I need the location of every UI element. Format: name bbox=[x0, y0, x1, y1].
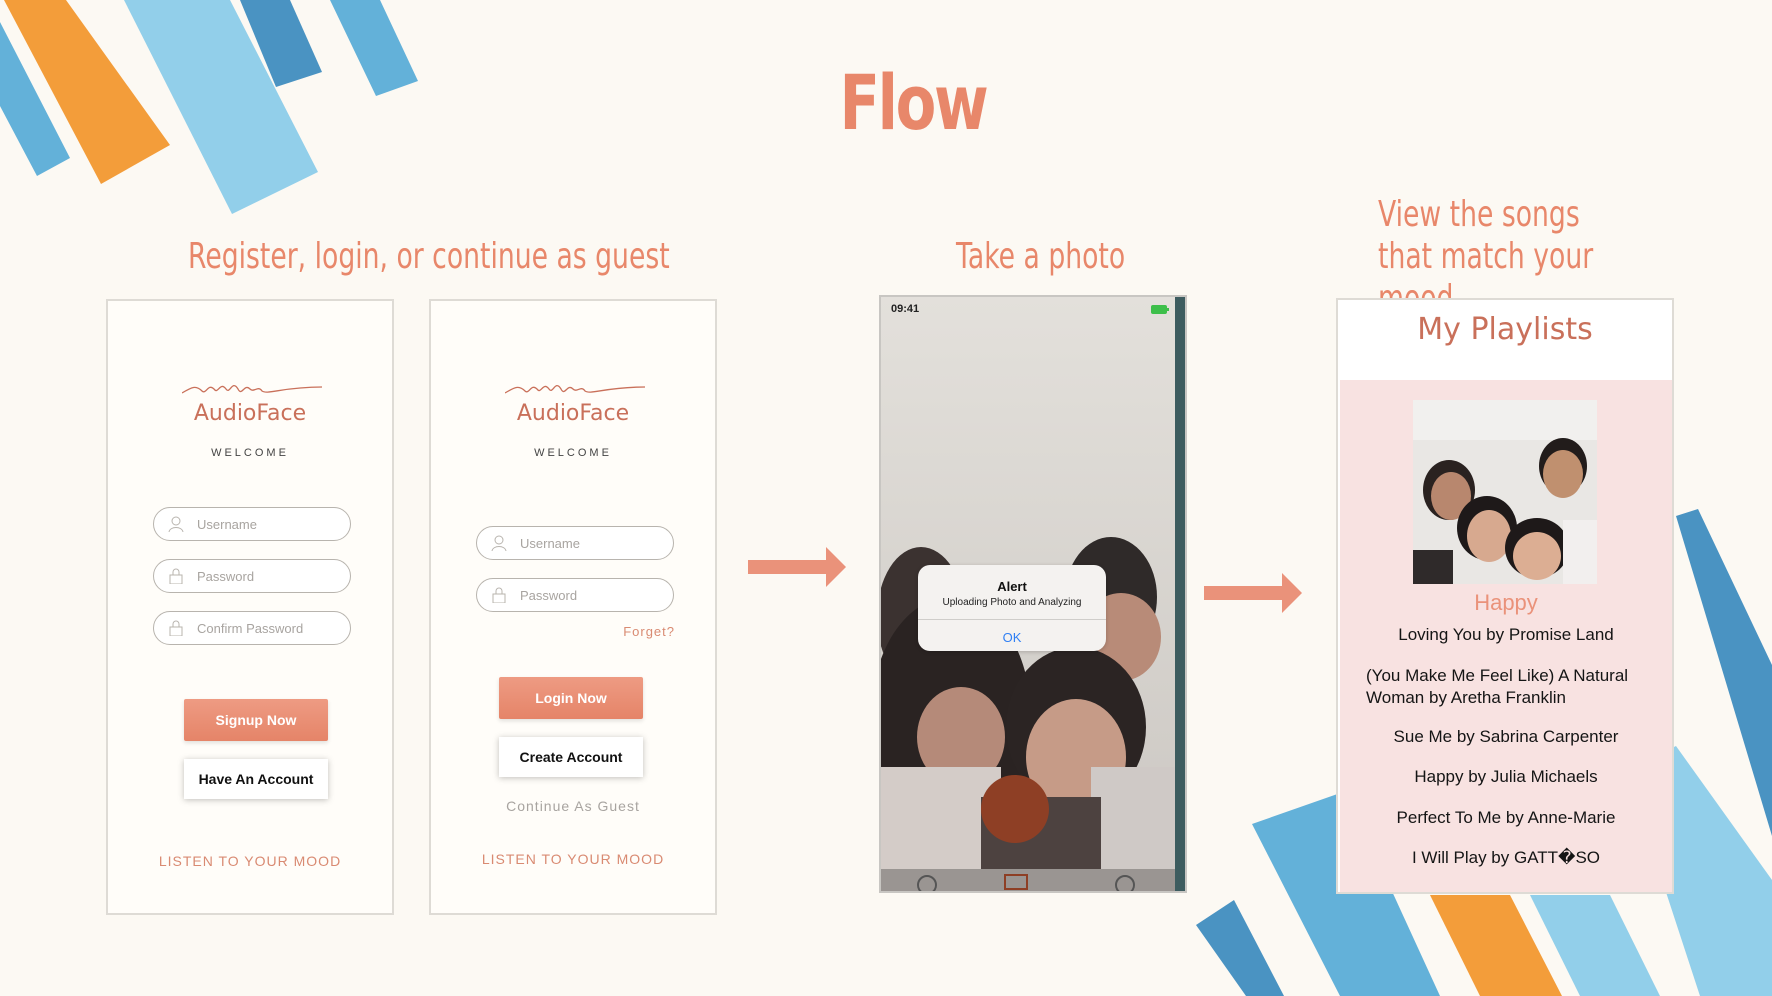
camera-screen: 09:41 Alert Uploading Photo and Analyzin… bbox=[879, 295, 1187, 893]
logo-wave-icon bbox=[182, 384, 322, 394]
login-screen: AudioFace WELCOME Username Password Forg… bbox=[429, 299, 717, 915]
signup-button[interactable]: Signup Now bbox=[184, 699, 328, 741]
login-button[interactable]: Login Now bbox=[499, 677, 643, 719]
battery-icon bbox=[1151, 305, 1169, 314]
have-account-button[interactable]: Have An Account bbox=[184, 759, 328, 799]
alert-dialog: Alert Uploading Photo and Analyzing OK bbox=[918, 565, 1106, 651]
forgot-link[interactable]: Forget? bbox=[619, 624, 675, 639]
song-item[interactable]: Happy by Julia Michaels bbox=[1340, 766, 1672, 788]
brand-name: AudioFace bbox=[193, 401, 307, 426]
arrow-right-icon bbox=[1204, 573, 1302, 613]
confirm-password-field[interactable]: Confirm Password bbox=[153, 611, 351, 645]
signup-screen: AudioFace WELCOME Username Password Conf… bbox=[106, 299, 394, 915]
playlist-title: My Playlists bbox=[1417, 312, 1593, 347]
alert-divider bbox=[918, 619, 1106, 620]
status-time: 09:41 bbox=[891, 303, 920, 315]
song-item[interactable]: (You Make Me Feel Like) A Natural Woman … bbox=[1366, 665, 1656, 709]
lock-icon bbox=[169, 568, 183, 584]
alert-ok-button[interactable]: OK bbox=[918, 625, 1106, 651]
playlist-body: Happy Loving You by Promise Land (You Ma… bbox=[1340, 380, 1672, 892]
caption-photo: Take a photo bbox=[956, 236, 1126, 277]
footer-tagline: LISTEN TO YOUR MOOD bbox=[158, 853, 342, 869]
username-field[interactable]: Username bbox=[476, 526, 674, 560]
password-field[interactable]: Password bbox=[153, 559, 351, 593]
song-item[interactable]: Sue Me by Sabrina Carpenter bbox=[1340, 726, 1672, 748]
alert-message: Uploading Photo and Analyzing bbox=[942, 597, 1082, 608]
password-placeholder: Password bbox=[520, 588, 578, 603]
song-item[interactable]: Loving You by Promise Land bbox=[1340, 624, 1672, 646]
caption-login: Register, login, or continue as guest bbox=[188, 236, 670, 277]
mood-label: Happy bbox=[1474, 590, 1538, 615]
welcome-text: WELCOME bbox=[211, 447, 289, 459]
footer-tagline: LISTEN TO YOUR MOOD bbox=[481, 851, 665, 867]
slide-title: Flow bbox=[839, 58, 989, 147]
song-item[interactable]: Perfect To Me by Anne-Marie bbox=[1340, 807, 1672, 829]
lock-icon bbox=[492, 587, 506, 603]
alert-title: Alert bbox=[997, 579, 1027, 594]
password-field[interactable]: Password bbox=[476, 578, 674, 612]
brand-name: AudioFace bbox=[516, 401, 630, 426]
username-placeholder: Username bbox=[520, 536, 580, 551]
playlist-screen: My Playlists Happy Loving You by Promise… bbox=[1336, 298, 1674, 894]
password-placeholder: Password bbox=[197, 569, 255, 584]
welcome-text: WELCOME bbox=[534, 447, 612, 459]
lock-icon bbox=[169, 620, 183, 636]
user-icon bbox=[168, 516, 184, 532]
song-item[interactable]: I Will Play by GATT�SO bbox=[1340, 847, 1672, 869]
mood-photo bbox=[1413, 400, 1597, 584]
arrow-right-icon bbox=[748, 547, 846, 587]
logo-wave-icon bbox=[505, 384, 645, 394]
username-placeholder: Username bbox=[197, 517, 257, 532]
continue-guest-link[interactable]: Continue As Guest bbox=[431, 798, 715, 814]
user-icon bbox=[491, 535, 507, 551]
confirm-password-placeholder: Confirm Password bbox=[197, 621, 304, 636]
username-field[interactable]: Username bbox=[153, 507, 351, 541]
create-account-button[interactable]: Create Account bbox=[499, 737, 643, 777]
